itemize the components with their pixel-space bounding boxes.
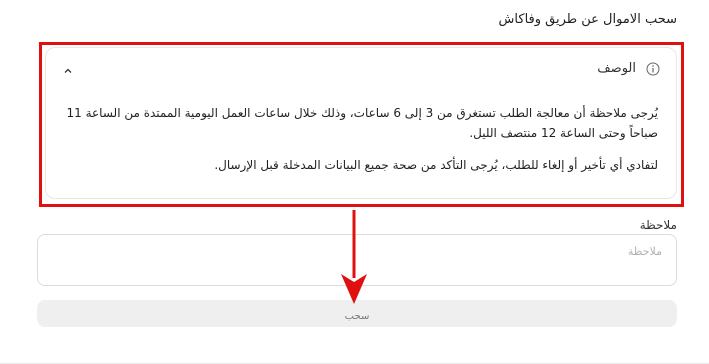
note-field[interactable]: [37, 234, 677, 286]
description-header[interactable]: الوصف: [62, 58, 660, 78]
page-title: سحب الاموال عن طريق وفاكاش: [498, 12, 677, 27]
description-panel: الوصف يُرجى ملاحظة أن معالجة الطلب تستغر…: [45, 47, 677, 199]
description-body: يُرجى ملاحظة أن معالجة الطلب تستغرق من 3…: [60, 103, 658, 187]
note-input[interactable]: [38, 235, 676, 285]
withdraw-button[interactable]: سحب: [37, 300, 677, 327]
description-title: الوصف: [597, 60, 636, 76]
note-label: ملاحظة: [639, 218, 677, 232]
description-paragraph: لتفادي أي تأخير أو إلغاء للطلب، يُرجى ال…: [214, 158, 658, 172]
info-icon: [646, 61, 660, 76]
description-paragraph: يُرجى ملاحظة أن معالجة الطلب تستغرق من 3…: [66, 106, 658, 140]
chevron-up-icon[interactable]: [62, 62, 74, 74]
